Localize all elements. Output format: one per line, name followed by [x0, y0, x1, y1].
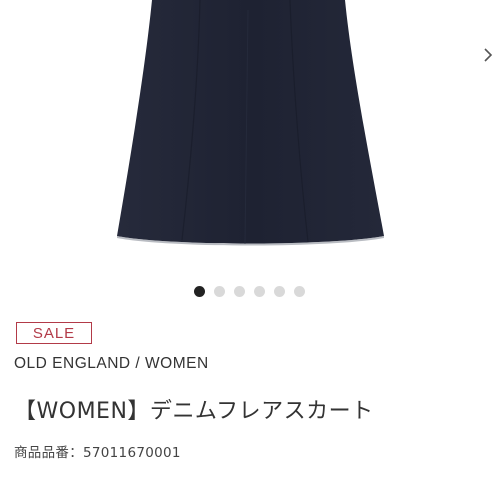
- product-image: [117, 0, 384, 246]
- product-number: 商品品番：57011670001: [14, 441, 181, 461]
- next-image-button[interactable]: [478, 40, 498, 70]
- pagination-dot[interactable]: [193, 285, 205, 297]
- product-title: 【WOMEN】デニムフレアスカート: [14, 399, 374, 424]
- pagination-dot[interactable]: [253, 285, 265, 297]
- product-number-value: 57011670001: [83, 445, 181, 461]
- pagination-dot[interactable]: [273, 285, 285, 297]
- pagination-dot[interactable]: [233, 285, 245, 297]
- gallery-pagination: [0, 284, 498, 298]
- chevron-right-icon: [484, 48, 493, 62]
- pagination-dot[interactable]: [293, 285, 305, 297]
- sale-badge-label: SALE: [32, 324, 76, 342]
- brand-name[interactable]: OLD ENGLAND / WOMEN: [14, 355, 209, 373]
- sale-badge: SALE: [16, 322, 92, 344]
- pagination-dot[interactable]: [213, 285, 225, 297]
- product-number-label: 商品品番：: [14, 445, 83, 461]
- product-image-gallery[interactable]: [0, 0, 498, 270]
